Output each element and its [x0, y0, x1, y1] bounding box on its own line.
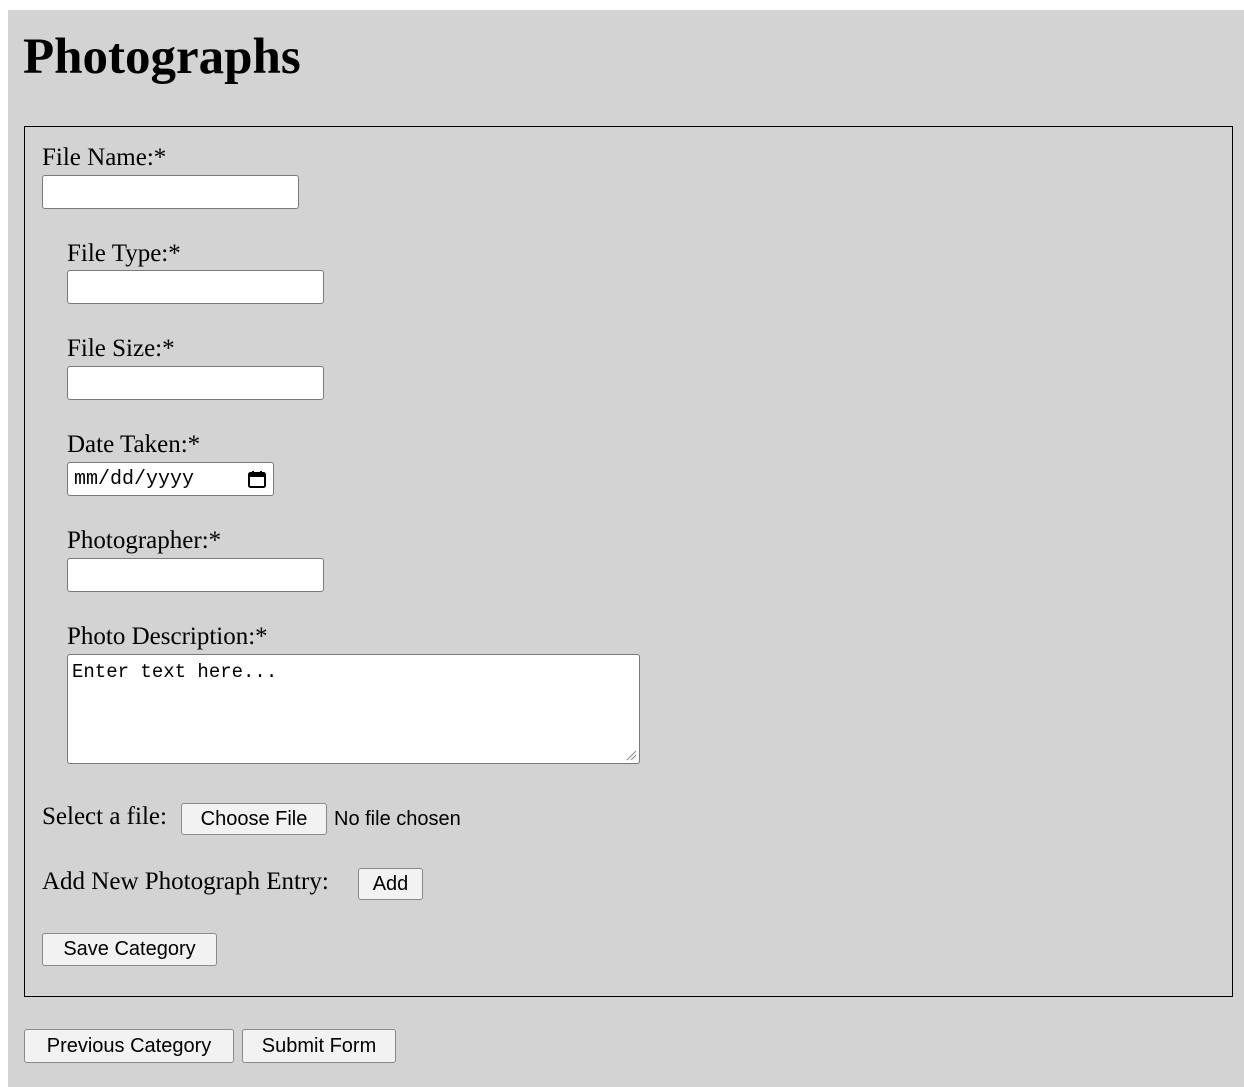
file-size-input[interactable]	[67, 366, 324, 400]
photograph-form: File Name:* File Type:* File Size:* Date…	[24, 126, 1233, 997]
choose-file-button[interactable]: Choose File	[181, 803, 327, 835]
photographer-label: Photographer:*	[67, 527, 222, 554]
calendar-icon[interactable]	[247, 469, 267, 489]
file-name-label: File Name:*	[42, 144, 167, 171]
add-entry-button[interactable]: Add	[358, 868, 423, 900]
submit-form-button[interactable]: Submit Form	[242, 1029, 396, 1063]
save-category-button[interactable]: Save Category	[42, 933, 217, 966]
previous-category-button[interactable]: Previous Category	[24, 1029, 234, 1063]
page: Photographs File Name:* File Type:* File…	[8, 10, 1244, 1087]
select-file-label: Select a file:	[42, 803, 167, 830]
file-type-input[interactable]	[67, 270, 324, 304]
file-name-input[interactable]	[42, 175, 299, 209]
resize-handle-icon[interactable]	[625, 749, 637, 761]
file-type-label: File Type:*	[67, 240, 181, 267]
file-size-label: File Size:*	[67, 335, 175, 362]
description-text: Enter text here...	[72, 661, 278, 683]
no-file-chosen-text: No file chosen	[334, 808, 461, 830]
page-title: Photographs	[23, 29, 301, 85]
date-taken-placeholder: mm/dd/yyyy	[74, 467, 195, 491]
date-taken-input[interactable]: mm/dd/yyyy	[67, 462, 274, 496]
add-entry-label: Add New Photograph Entry:	[42, 868, 329, 895]
description-label: Photo Description:*	[67, 623, 268, 650]
photographer-input[interactable]	[67, 558, 324, 592]
description-textarea[interactable]: Enter text here...	[67, 654, 640, 764]
date-taken-label: Date Taken:*	[67, 431, 201, 458]
